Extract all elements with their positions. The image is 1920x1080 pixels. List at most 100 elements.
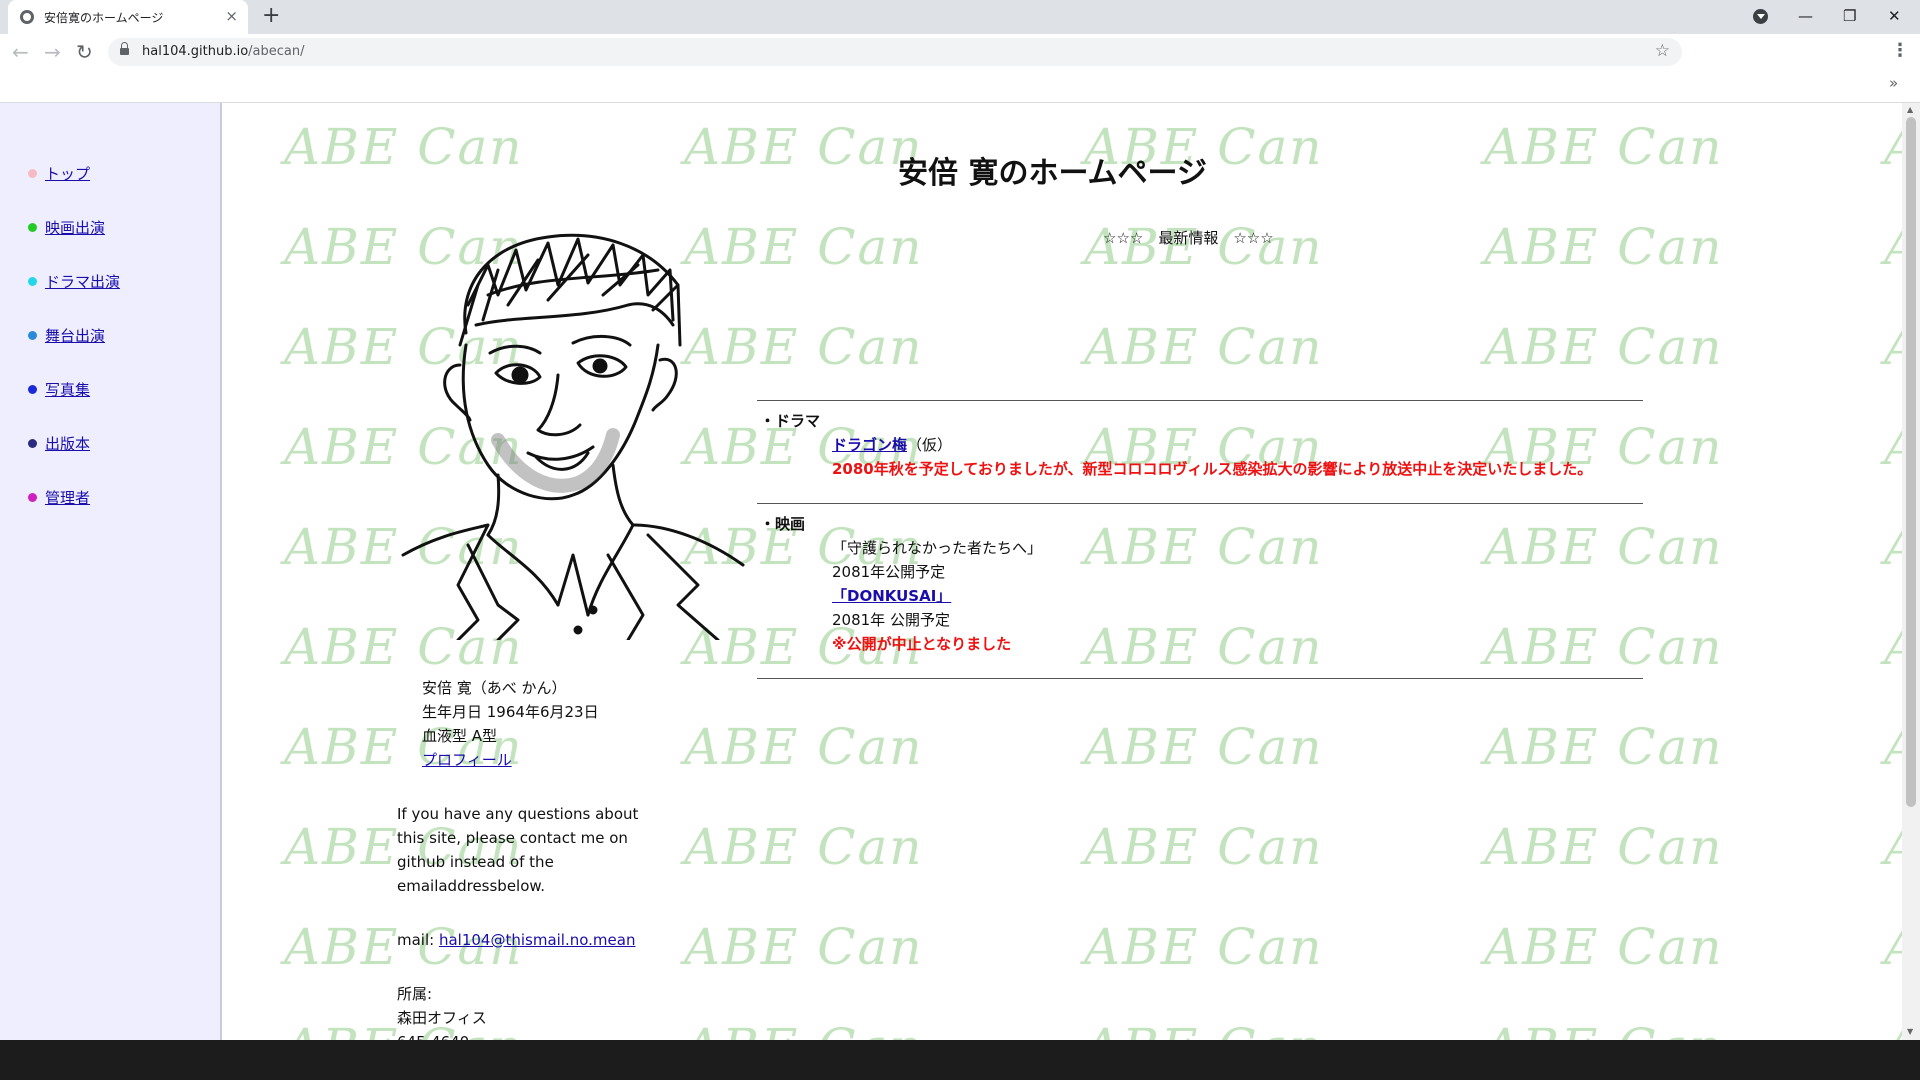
movie-2-date: 2081年 公開予定 bbox=[832, 611, 950, 629]
affiliation-label: 所属: bbox=[397, 985, 433, 1003]
bullet-icon bbox=[28, 169, 37, 178]
url-text[interactable]: hal104.github.io/abecan/ bbox=[142, 44, 305, 59]
sidebar-link-photobook[interactable]: 写真集 bbox=[45, 379, 90, 400]
sidebar-link-dramas[interactable]: ドラマ出演 bbox=[45, 271, 120, 292]
drama-title-link[interactable]: ドラゴン梅 bbox=[832, 436, 907, 454]
sidebar-item-top[interactable]: トップ bbox=[28, 163, 90, 184]
contact-line-2: this site, please contact me on bbox=[397, 829, 628, 847]
watermark-text: ABE Can bbox=[1084, 918, 1324, 976]
movie-section-label: ・映画 bbox=[760, 515, 806, 533]
movie-1-date: 2081年公開予定 bbox=[832, 563, 946, 581]
watermark-text: ABE Can bbox=[1084, 618, 1324, 676]
divider bbox=[757, 678, 1643, 679]
forward-arrow-icon[interactable]: → bbox=[44, 40, 61, 64]
maximize-button[interactable]: ❐ bbox=[1843, 6, 1856, 26]
watermark-text: ABE Can bbox=[684, 118, 924, 176]
watermark-text: ABE Can bbox=[1484, 518, 1724, 576]
mail-link[interactable]: hal104@thismail.no.mean bbox=[439, 931, 636, 949]
portrait-sketch bbox=[401, 233, 745, 640]
mail-row: mail: hal104@thismail.no.mean bbox=[397, 928, 635, 952]
watermark-text: ABE Can bbox=[684, 718, 924, 776]
sidebar-item-admin[interactable]: 管理者 bbox=[28, 487, 90, 508]
profile-blood-type: 血液型 A型 bbox=[422, 727, 498, 745]
sidebar-link-books[interactable]: 出版本 bbox=[45, 433, 90, 454]
page-title: 安倍 寛のホームページ bbox=[898, 156, 1207, 191]
profile-name: 安倍 寛（あべ かん） bbox=[422, 679, 567, 697]
news-header: ☆☆☆ 最新情報 ☆☆☆ bbox=[1103, 229, 1274, 247]
watermark-text: ABE Can bbox=[1884, 318, 1902, 376]
bookmarks-more-icon[interactable]: » bbox=[1889, 74, 1898, 92]
watermark-text: ABE Can bbox=[1084, 518, 1324, 576]
scroll-thumb[interactable] bbox=[1906, 117, 1916, 807]
bullet-icon bbox=[28, 331, 37, 340]
watermark-text: ABE Can bbox=[1884, 618, 1902, 676]
affiliation-name: 森田オフィス bbox=[397, 1009, 487, 1027]
watermark-text: ABE Can bbox=[1884, 118, 1902, 176]
bullet-icon bbox=[28, 493, 37, 502]
close-icon[interactable]: × bbox=[225, 8, 238, 24]
watermark-text: ABE Can bbox=[1484, 1018, 1724, 1040]
profile-link[interactable]: プロフィール bbox=[422, 748, 512, 772]
movie-2-title-link[interactable]: 「DONKUSAI」 bbox=[832, 587, 951, 605]
watermark-text: ABE Can bbox=[684, 818, 924, 876]
watermark-text: ABE Can bbox=[1484, 318, 1724, 376]
sidebar-item-movies[interactable]: 映画出演 bbox=[28, 217, 105, 238]
sidebar-link-movies[interactable]: 映画出演 bbox=[45, 217, 105, 238]
watermark-text: ABE Can bbox=[1884, 818, 1902, 876]
movie-1-title: 「守護られなかった者たちへ」 bbox=[832, 539, 1043, 557]
watermark-text: ABE Can bbox=[1084, 818, 1324, 876]
new-tab-button[interactable]: + bbox=[262, 4, 280, 28]
contact-line-4: emailaddressbelow. bbox=[397, 877, 546, 895]
drama-section-label: ・ドラマ bbox=[760, 412, 821, 430]
divider bbox=[757, 503, 1643, 504]
watermark-text: ABE Can bbox=[1884, 218, 1902, 276]
watermark-text: ABE Can bbox=[1884, 1018, 1902, 1040]
bookmarks-bar: » bbox=[0, 70, 1920, 103]
bullet-icon bbox=[28, 385, 37, 394]
tab-strip: 安倍寛のホームページ × + — ❐ ✕ bbox=[0, 0, 1920, 34]
contact-line-3: github instead of the bbox=[397, 853, 554, 871]
tab-search-icon[interactable] bbox=[1753, 9, 1768, 24]
watermark-text: ABE Can bbox=[1084, 1018, 1324, 1040]
scrollbar[interactable]: ▲ ▼ bbox=[1902, 103, 1920, 1040]
browser-tab[interactable]: 安倍寛のホームページ × bbox=[8, 0, 248, 34]
watermark-text: ABE Can bbox=[1484, 118, 1724, 176]
watermark-text: ABE Can bbox=[1884, 918, 1902, 976]
watermark-text: ABE Can bbox=[1084, 318, 1324, 376]
watermark-text: ABE Can bbox=[1484, 918, 1724, 976]
window-close-button[interactable]: ✕ bbox=[1888, 6, 1901, 26]
watermark-text: ABE Can bbox=[1484, 618, 1724, 676]
sidebar-link-stage[interactable]: 舞台出演 bbox=[45, 325, 105, 346]
drama-cancel-notice: 2080年秋を予定しておりましたが、新型コロコロヴィルス感染拡大の影響により放送… bbox=[832, 460, 1593, 478]
divider bbox=[757, 400, 1643, 401]
tab-title: 安倍寛のホームページ bbox=[44, 10, 164, 25]
scroll-up-icon[interactable]: ▲ bbox=[1907, 105, 1913, 114]
lock-icon[interactable] bbox=[120, 42, 129, 55]
scroll-down-icon[interactable]: ▼ bbox=[1907, 1027, 1913, 1036]
watermark-text: ABE Can bbox=[1884, 418, 1902, 476]
affiliation-phone: 645-4640 bbox=[397, 1030, 469, 1040]
kebab-menu-icon[interactable]: ⋮ bbox=[1891, 40, 1909, 61]
watermark-text: ABE Can bbox=[684, 918, 924, 976]
watermark-text: ABE Can bbox=[284, 118, 524, 176]
back-arrow-icon[interactable]: ← bbox=[12, 40, 29, 64]
contact-line-1: If you have any questions about bbox=[397, 805, 639, 823]
sidebar-item-photobook[interactable]: 写真集 bbox=[28, 379, 90, 400]
sidebar-item-books[interactable]: 出版本 bbox=[28, 433, 90, 454]
sidebar-nav: トップ 映画出演 ドラマ出演 舞台出演 写真集 出版本 管理者 bbox=[0, 103, 222, 1040]
sidebar-link-top[interactable]: トップ bbox=[45, 163, 90, 184]
sidebar-link-admin[interactable]: 管理者 bbox=[45, 487, 90, 508]
minimize-button[interactable]: — bbox=[1798, 6, 1813, 26]
bookmark-star-icon[interactable]: ☆ bbox=[1655, 41, 1670, 61]
sidebar-item-dramas[interactable]: ドラマ出演 bbox=[28, 271, 120, 292]
profile-birthday: 生年月日 1964年6月23日 bbox=[422, 703, 599, 721]
watermark-text: ABE Can bbox=[684, 1018, 924, 1040]
reload-icon[interactable]: ↻ bbox=[76, 40, 93, 64]
drama-title-suffix: （仮） bbox=[907, 436, 953, 454]
drama-item: ドラゴン梅（仮） bbox=[832, 434, 952, 455]
sidebar-item-stage[interactable]: 舞台出演 bbox=[28, 325, 105, 346]
address-bar[interactable]: hal104.github.io/abecan/ ☆ bbox=[108, 38, 1682, 66]
bullet-icon bbox=[28, 439, 37, 448]
movie-2-item: 「DONKUSAI」 bbox=[832, 585, 951, 606]
watermark-text: ABE Can bbox=[1084, 718, 1324, 776]
